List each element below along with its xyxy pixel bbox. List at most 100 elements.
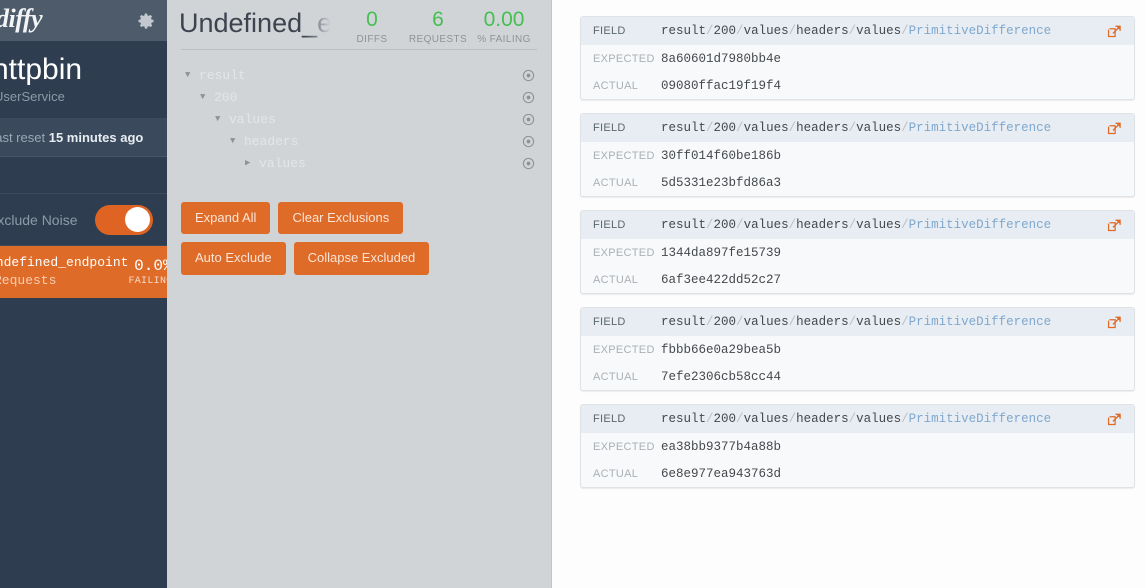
clear-exclusions-button[interactable]: Clear Exclusions: [278, 202, 404, 235]
expected-label: EXPECTED: [593, 52, 655, 65]
expand-all-button[interactable]: Expand All: [181, 202, 271, 235]
service-name: httpbin: [0, 53, 83, 86]
sidebar-service-block[interactable]: httpbin UserService: [0, 41, 167, 119]
tree-node-toggle[interactable]: ▼ result: [167, 68, 522, 83]
external-link-icon[interactable]: [1107, 218, 1122, 233]
diff-field-row: FIELD result/200/values/headers/values/Pr…: [581, 114, 1134, 142]
caret-down-icon[interactable]: ▼: [200, 92, 214, 102]
target-icon[interactable]: [522, 135, 535, 148]
diff-list-panel: FIELD result/200/values/headers/values/Pr…: [552, 0, 1145, 588]
stat-failing: 0.00 % FAILING: [471, 7, 537, 45]
field-label: FIELD: [593, 25, 626, 37]
external-link-icon[interactable]: [1107, 315, 1122, 330]
field-path: result/200/values/headers/values/Primiti…: [661, 218, 1052, 232]
diff-field-row: FIELD result/200/values/headers/values/Pr…: [581, 211, 1134, 239]
tree-actions: Expand All Clear Exclusions Auto Exclude Co…: [167, 174, 497, 275]
expected-label: EXPECTED: [593, 343, 655, 356]
exclude-noise-toggle[interactable]: [95, 204, 153, 235]
expected-value: 30ff014f60be186b: [661, 148, 782, 163]
sidebar-item-undefined-endpoint[interactable]: Undefined_endpoint Requests 0.0% FAILING: [0, 246, 167, 298]
diff-field-row: FIELD result/200/values/headers/values/Pr…: [581, 17, 1134, 45]
expected-label: EXPECTED: [593, 440, 655, 453]
caret-right-icon[interactable]: ▶: [245, 158, 259, 168]
external-link-icon[interactable]: [1107, 121, 1122, 136]
collapse-excluded-button[interactable]: Collapse Excluded: [293, 242, 430, 275]
tree-row[interactable]: ▼ result: [167, 64, 551, 86]
tree-node-toggle[interactable]: ▼ 200: [167, 90, 522, 105]
tree-row[interactable]: ▼ 200: [167, 86, 551, 108]
endpoint-header: Undefined_endpoint 0 DIFFS 6 REQUESTS 0.…: [167, 0, 551, 49]
target-icon[interactable]: [522, 91, 535, 104]
target-icon[interactable]: [522, 113, 535, 126]
diff-expected-row: EXPECTED 30ff014f60be186b: [581, 142, 1134, 169]
expected-value: ea38bb9377b4a88b: [661, 439, 782, 454]
external-link-icon[interactable]: [1107, 412, 1122, 427]
toggle-knob: [125, 207, 150, 232]
stat-requests-label: REQUESTS: [408, 34, 468, 45]
gear-icon[interactable]: [136, 11, 156, 31]
caret-down-icon[interactable]: ▼: [230, 136, 244, 146]
diffy-app: diffy httpbin UserService Last reset 15 …: [0, 0, 1145, 588]
external-link-icon[interactable]: [1107, 24, 1122, 39]
expected-label: EXPECTED: [593, 246, 655, 259]
diff-actual-row: ACTUAL 7efe2306cb58cc44: [581, 363, 1134, 390]
field-label: FIELD: [593, 219, 626, 231]
endpoint-requests-label: Requests: [0, 273, 57, 288]
field-label: FIELD: [593, 316, 626, 328]
diff-expected-row: EXPECTED ea38bb9377b4a88b: [581, 433, 1134, 460]
last-reset-row: Last reset 15 minutes ago: [0, 119, 167, 157]
field-label: FIELD: [593, 413, 626, 425]
diff-actual-row: ACTUAL 6e8e977ea943763d: [581, 460, 1134, 487]
auto-exclude-button[interactable]: Auto Exclude: [181, 242, 286, 275]
field-path: result/200/values/headers/values/Primiti…: [661, 412, 1052, 426]
stat-failing-value: 0.00: [483, 7, 525, 31]
diff-actual-row: ACTUAL 5d5331e23bfd86a3: [581, 169, 1134, 196]
last-reset-value: 15 minutes ago: [48, 130, 144, 145]
tree-node-label: result: [199, 67, 246, 83]
stat-diffs: 0 DIFFS: [339, 7, 405, 45]
endpoint-failing-label: FAILING: [128, 276, 167, 288]
tree-row[interactable]: ▼ values: [167, 108, 551, 130]
tree-row[interactable]: ▼ headers: [167, 130, 551, 152]
target-icon[interactable]: [522, 69, 535, 82]
expected-value: fbbb66e0a29bea5b: [661, 342, 782, 357]
endpoint-failing-pct: 0.0%: [134, 256, 167, 275]
exclude-noise-label: Exclude Noise: [0, 211, 78, 228]
tree-node-toggle[interactable]: ▼ values: [167, 112, 522, 127]
actual-value: 7efe2306cb58cc44: [661, 369, 782, 384]
tree-node-label: values: [229, 111, 276, 127]
tree-row[interactable]: ▶ values: [167, 152, 551, 174]
target-icon[interactable]: [522, 157, 535, 170]
actual-label: ACTUAL: [593, 467, 639, 480]
actual-label: ACTUAL: [593, 176, 639, 189]
actual-label: ACTUAL: [593, 273, 639, 286]
sidebar-topbar: diffy: [0, 0, 167, 41]
tree-node-toggle[interactable]: ▼ headers: [167, 134, 522, 149]
expected-value: 8a60601d7980bb4e: [661, 51, 782, 66]
expected-label: EXPECTED: [593, 149, 655, 162]
page-title: Undefined_endpoint: [179, 7, 339, 38]
field-tree: ▼ result ▼ 200 ▼ values ▼ headers ▶ values: [167, 50, 551, 174]
diff-field-row: FIELD result/200/values/headers/values/Pr…: [581, 405, 1134, 433]
caret-down-icon[interactable]: ▼: [215, 114, 229, 124]
last-reset-label: Last reset: [0, 130, 46, 145]
stat-failing-label: % FAILING: [477, 34, 531, 45]
diffy-logo[interactable]: diffy: [0, 6, 43, 35]
stat-requests-value: 6: [432, 7, 444, 31]
field-label: FIELD: [593, 122, 626, 134]
caret-down-icon[interactable]: ▼: [185, 70, 199, 80]
tree-node-toggle[interactable]: ▶ values: [167, 156, 522, 171]
exclude-noise-row[interactable]: Exclude Noise: [0, 194, 167, 246]
stat-requests: 6 REQUESTS: [405, 7, 471, 45]
stats-group: 0 DIFFS 6 REQUESTS 0.00 % FAILING: [339, 7, 537, 45]
field-path: result/200/values/headers/values/Primiti…: [661, 24, 1052, 38]
sidebar-blank-row: [0, 157, 167, 194]
actual-value: 6af3ee422dd52c27: [661, 272, 782, 287]
tree-node-label: 200: [214, 89, 238, 105]
diff-field-row: FIELD result/200/values/headers/values/Pr…: [581, 308, 1134, 336]
stat-diffs-value: 0: [366, 7, 378, 31]
endpoint-name: Undefined_endpoint: [0, 255, 129, 271]
actual-value: 09080ffac19f19f4: [661, 78, 782, 93]
diff-expected-row: EXPECTED fbbb66e0a29bea5b: [581, 336, 1134, 363]
actual-value: 5d5331e23bfd86a3: [661, 175, 782, 190]
